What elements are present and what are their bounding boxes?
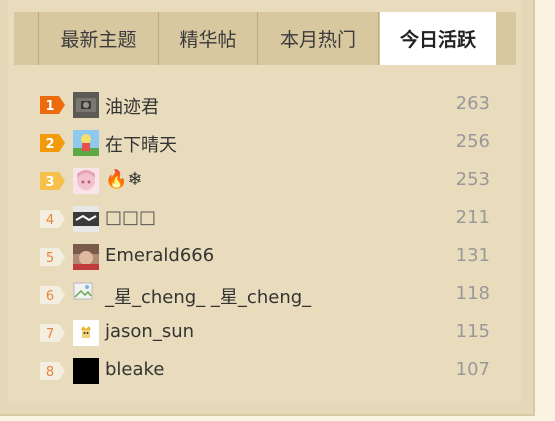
rank-badge: 5 xyxy=(39,247,67,267)
username[interactable]: □□□ xyxy=(105,207,156,228)
username[interactable]: 🔥❄ xyxy=(105,169,143,190)
username[interactable]: Emerald666 xyxy=(105,245,214,266)
list-item[interactable]: 4 □□□ 211 xyxy=(8,199,521,237)
rank-badge: 7 xyxy=(39,323,67,343)
list-item[interactable]: 2 在下晴天 256 xyxy=(8,123,521,161)
rank-number: 5 xyxy=(46,251,54,266)
avatar[interactable] xyxy=(73,244,99,270)
avatar[interactable] xyxy=(73,168,99,194)
rank-badge: 4 xyxy=(39,209,67,229)
rank-badge: 2 xyxy=(39,133,67,153)
forum-widget-frame: 最新主题 精华帖 本月热门 今日活跃 1 油迹君 263 2 在下晴天 256 … xyxy=(0,0,535,416)
rank-badge: 6 xyxy=(39,285,67,305)
rank-number: 6 xyxy=(46,289,54,304)
avatar[interactable] xyxy=(73,358,99,384)
rank-badge: 8 xyxy=(39,361,67,381)
avatar[interactable] xyxy=(73,320,99,346)
username[interactable]: 油迹君 xyxy=(105,93,159,119)
rank-number: 1 xyxy=(45,99,54,114)
rank-number: 7 xyxy=(46,327,54,342)
list-item[interactable]: 8 bleake 107 xyxy=(8,351,521,389)
avatar[interactable] xyxy=(73,130,99,156)
list-item[interactable]: 7 jason_sun 115 xyxy=(8,313,521,351)
tab-monthly-hot[interactable]: 本月热门 xyxy=(258,12,379,65)
activity-count: 263 xyxy=(455,93,490,114)
username[interactable]: bleake xyxy=(105,359,164,380)
tab-latest-topics[interactable]: 最新主题 xyxy=(38,12,159,65)
list-item[interactable]: 3 🔥❄ 253 xyxy=(8,161,521,199)
list-item[interactable]: 5 Emerald666 131 xyxy=(8,237,521,275)
activity-count: 256 xyxy=(455,131,490,152)
list-item[interactable]: 1 油迹君 263 xyxy=(8,85,521,123)
rank-number: 2 xyxy=(45,137,54,152)
avatar[interactable] xyxy=(73,206,99,232)
activity-count: 253 xyxy=(455,169,490,190)
tab-featured-posts[interactable]: 精华帖 xyxy=(159,12,258,65)
activity-count: 131 xyxy=(455,245,490,266)
active-users-panel: 最新主题 精华帖 本月热门 今日活跃 1 油迹君 263 2 在下晴天 256 … xyxy=(8,0,521,403)
activity-count: 115 xyxy=(455,321,490,342)
tab-label: 今日活跃 xyxy=(399,29,476,51)
tab-today-active[interactable]: 今日活跃 xyxy=(380,12,496,65)
rank-badge: 3 xyxy=(39,171,67,191)
tab-label: 精华帖 xyxy=(179,29,237,51)
username[interactable]: _星_cheng_ _星_cheng_ xyxy=(105,283,311,309)
tab-label: 本月热门 xyxy=(279,29,356,51)
username[interactable]: 在下晴天 xyxy=(105,131,177,157)
broken-image-icon[interactable] xyxy=(73,282,99,308)
username[interactable]: jason_sun xyxy=(105,321,194,342)
avatar[interactable] xyxy=(73,92,99,118)
activity-count: 211 xyxy=(455,207,490,228)
rank-number: 8 xyxy=(46,365,54,380)
tab-label: 最新主题 xyxy=(60,29,137,51)
list-item[interactable]: 6 _星_cheng_ _星_cheng_ 118 xyxy=(8,275,521,313)
rank-badge: 1 xyxy=(39,95,67,115)
rank-number: 3 xyxy=(45,175,54,190)
activity-count: 118 xyxy=(455,283,490,304)
rank-number: 4 xyxy=(46,213,54,228)
activity-count: 107 xyxy=(455,359,490,380)
tab-bar: 最新主题 精华帖 本月热门 今日活跃 xyxy=(14,12,516,65)
